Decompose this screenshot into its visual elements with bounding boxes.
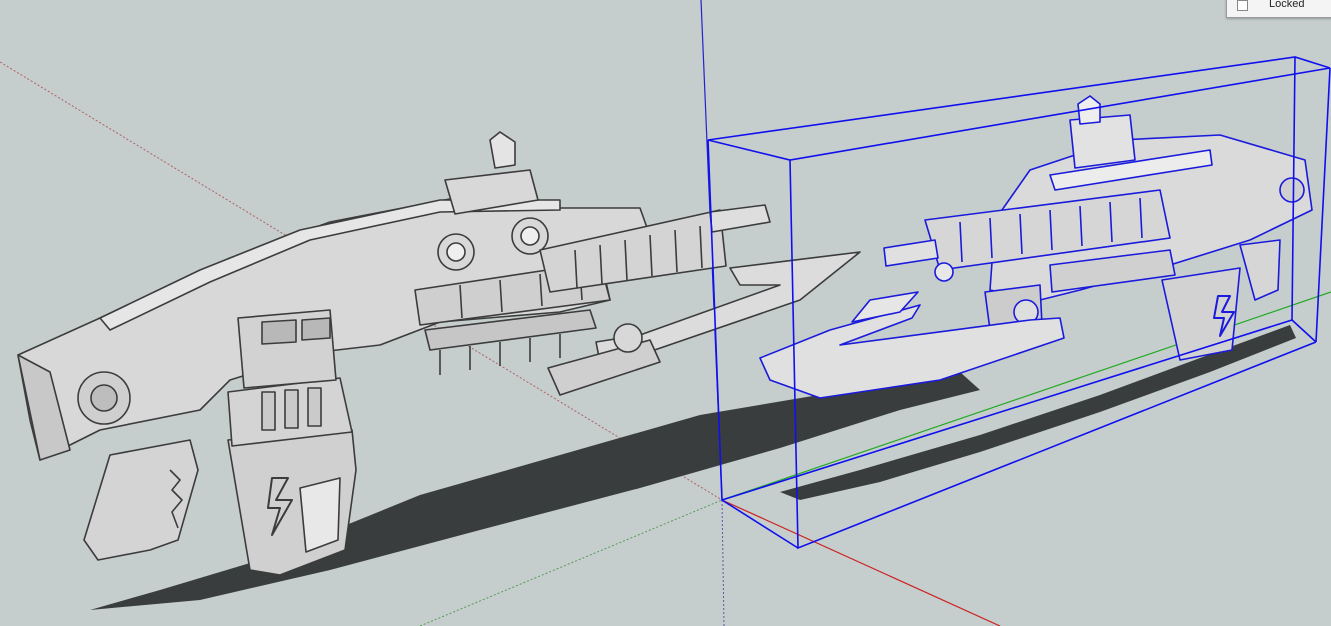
red-axis [721, 499, 1001, 626]
blue-axis-dotted [721, 499, 725, 626]
left-muzzle [709, 204, 771, 233]
modeling-viewport[interactable] [0, 0, 1331, 626]
locked-checkbox[interactable] [1237, 0, 1248, 11]
locked-label: Locked [1269, 0, 1305, 10]
right-muzzle [883, 239, 939, 267]
right-stock-ring [1279, 177, 1305, 203]
right-grip [1239, 239, 1281, 301]
shadow-left-weapon [90, 372, 980, 610]
entity-info-panel: Locked [1226, 0, 1331, 18]
